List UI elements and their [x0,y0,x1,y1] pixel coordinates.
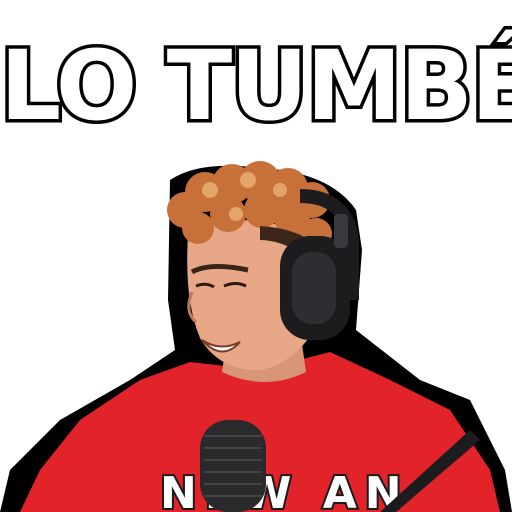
caption-text: LO TUMBÉ [0,30,512,142]
shirt-print: NEW AN [160,468,410,512]
sticker: NEW AN LO TUMBÉ [0,0,512,512]
microphone [200,420,266,512]
